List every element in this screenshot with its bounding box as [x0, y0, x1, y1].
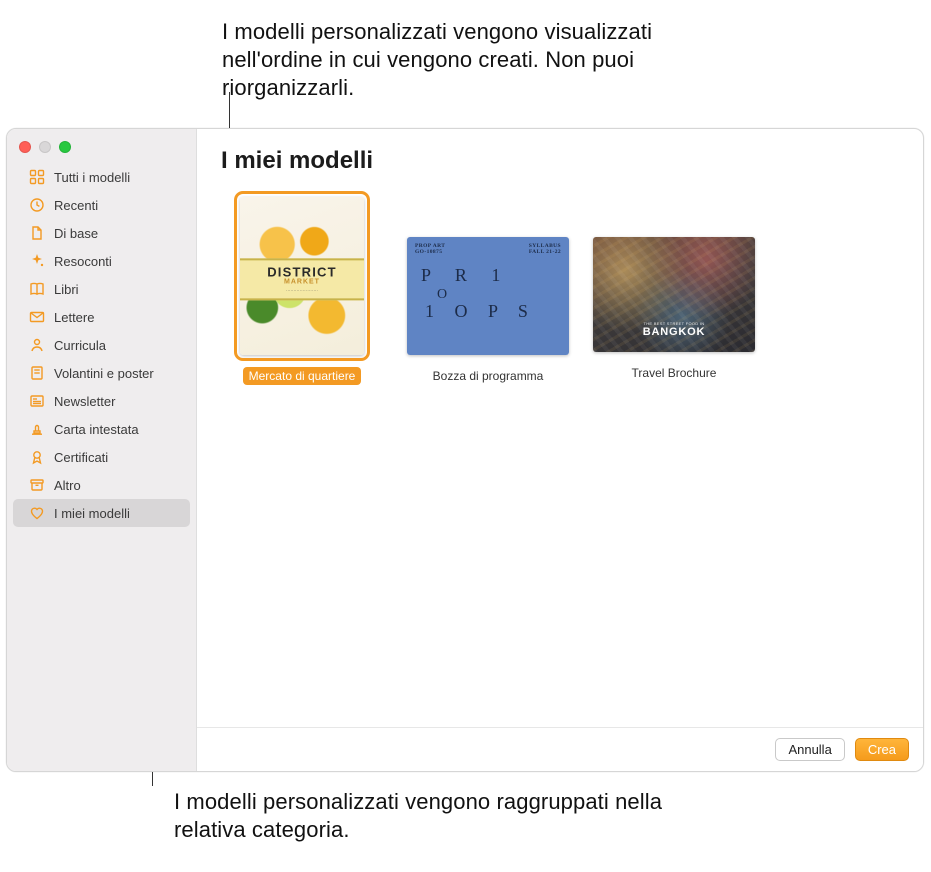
thumb-subtitle: MARKET: [240, 278, 364, 285]
sidebar: Tutti i modelli Recenti Di base Resocont…: [7, 129, 197, 771]
template-item-travel-brochure[interactable]: THE BEST STREET FOOD IN BANGKOK Travel B…: [593, 197, 755, 382]
template-label: Bozza di programma: [427, 367, 550, 385]
thumb-header-left: PROP ART GO-10875: [415, 243, 445, 255]
thumb-header-right: SYLLABUS FALL 21-22: [529, 243, 561, 255]
person-icon: [29, 337, 45, 353]
sidebar-item-letters[interactable]: Lettere: [13, 303, 190, 331]
poster-icon: [29, 365, 45, 381]
sidebar-item-label: Tutti i modelli: [54, 170, 176, 185]
main-panel: I miei modelli DISTRICT MARKET ·········…: [197, 129, 923, 771]
sidebar-item-basic[interactable]: Di base: [13, 219, 190, 247]
cancel-button[interactable]: Annulla: [775, 738, 844, 761]
envelope-icon: [29, 309, 45, 325]
sidebar-item-label: Newsletter: [54, 394, 176, 409]
sidebar-item-flyers[interactable]: Volantini e poster: [13, 359, 190, 387]
thumb-title: BANGKOK: [643, 326, 705, 338]
grid-icon: [29, 169, 45, 185]
templates-grid: DISTRICT MARKET ····················· Me…: [221, 197, 899, 385]
sidebar-item-label: Altro: [54, 478, 176, 493]
archivebox-icon: [29, 477, 45, 493]
clock-icon: [29, 197, 45, 213]
page-title: I miei modelli: [221, 147, 899, 175]
close-window-button[interactable]: [19, 141, 31, 153]
template-thumbnail: DISTRICT MARKET ·····················: [240, 197, 364, 355]
template-label: Mercato di quartiere: [243, 367, 362, 385]
stamp-icon: [29, 421, 45, 437]
sidebar-item-recents[interactable]: Recenti: [13, 191, 190, 219]
callout-text-top: I modelli personalizzati vengono visuali…: [222, 18, 722, 102]
thumb-tagline: ·····················: [240, 287, 364, 292]
sidebar-item-other[interactable]: Altro: [13, 471, 190, 499]
create-button[interactable]: Crea: [855, 738, 909, 761]
template-label: Travel Brochure: [626, 364, 723, 382]
templates-area: I miei modelli DISTRICT MARKET ·········…: [197, 129, 923, 727]
sidebar-item-label: Di base: [54, 226, 176, 241]
sidebar-item-newsletters[interactable]: Newsletter: [13, 387, 190, 415]
window-controls: [7, 137, 196, 163]
sidebar-item-label: Libri: [54, 282, 176, 297]
sidebar-item-resumes[interactable]: Curricula: [13, 331, 190, 359]
minimize-window-button[interactable]: [39, 141, 51, 153]
thumb-title: DISTRICT: [240, 264, 364, 279]
sidebar-item-label: Volantini e poster: [54, 366, 176, 381]
sparkle-icon: [29, 253, 45, 269]
thumb-tagline: THE BEST STREET FOOD IN: [643, 321, 705, 326]
template-item-syllabus[interactable]: PROP ART GO-10875 SYLLABUS FALL 21-22 P …: [407, 197, 569, 385]
heart-icon: [29, 505, 45, 521]
thumb-word-row: 1 O P S: [425, 301, 536, 322]
sidebar-item-label: Curricula: [54, 338, 176, 353]
sidebar-item-books[interactable]: Libri: [13, 275, 190, 303]
zoom-window-button[interactable]: [59, 141, 71, 153]
template-item-district-market[interactable]: DISTRICT MARKET ····················· Me…: [221, 197, 383, 385]
sidebar-item-all-templates[interactable]: Tutti i modelli: [13, 163, 190, 191]
sidebar-item-label: Carta intestata: [54, 422, 176, 437]
template-thumbnail: PROP ART GO-10875 SYLLABUS FALL 21-22 P …: [407, 237, 569, 355]
doc-icon: [29, 225, 45, 241]
template-thumbnail: THE BEST STREET FOOD IN BANGKOK: [593, 237, 755, 352]
dialog-footer: Annulla Crea: [197, 727, 923, 771]
sidebar-item-label: Recenti: [54, 198, 176, 213]
callout-text-bottom: I modelli personalizzati vengono raggrup…: [174, 788, 674, 844]
sidebar-item-certificates[interactable]: Certificati: [13, 443, 190, 471]
sidebar-item-my-templates[interactable]: I miei modelli: [13, 499, 190, 527]
sidebar-item-label: Resoconti: [54, 254, 176, 269]
newspaper-icon: [29, 393, 45, 409]
book-icon: [29, 281, 45, 297]
template-chooser-window: Tutti i modelli Recenti Di base Resocont…: [6, 128, 924, 772]
sidebar-item-label: I miei modelli: [54, 506, 176, 521]
sidebar-item-label: Lettere: [54, 310, 176, 325]
sidebar-item-reports[interactable]: Resoconti: [13, 247, 190, 275]
sidebar-item-stationery[interactable]: Carta intestata: [13, 415, 190, 443]
ribbon-icon: [29, 449, 45, 465]
thumb-word-row: P R 1: [421, 265, 510, 286]
sidebar-item-label: Certificati: [54, 450, 176, 465]
